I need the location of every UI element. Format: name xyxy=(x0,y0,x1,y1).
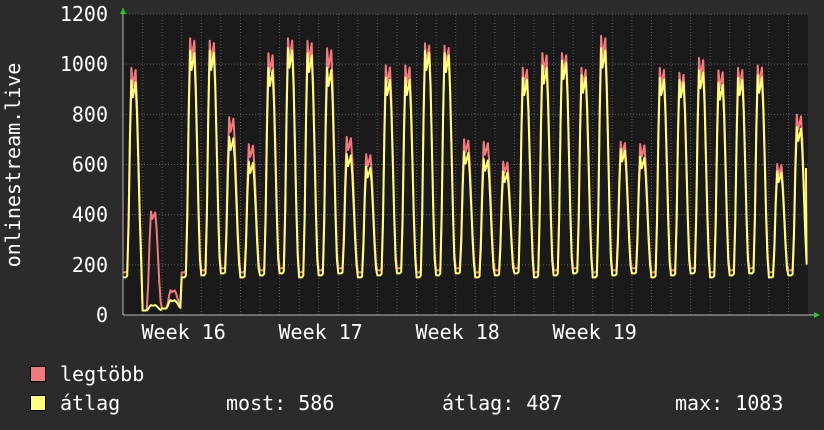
x-tick-label: Week 17 xyxy=(279,320,363,344)
y-tick-label: 600 xyxy=(72,153,108,177)
x-tick-label: Week 19 xyxy=(553,320,637,344)
stat-max: max: 1083 xyxy=(675,391,784,415)
chart-container: 0 200 400 600 800 1000 1200 onlinestream.live We… xyxy=(0,0,824,430)
x-axis-arrow xyxy=(814,312,820,318)
legend-max-label: legtöbb xyxy=(60,362,145,386)
x-tick-label: Week 16 xyxy=(142,320,226,344)
legend-avg-label: átlag xyxy=(60,391,121,415)
y-axis-arrow xyxy=(120,8,126,14)
avg-swatch xyxy=(30,395,46,411)
y-axis-label: onlinestream.live xyxy=(1,63,25,268)
y-tick-label: 400 xyxy=(72,203,108,227)
y-tick-label: 0 xyxy=(96,303,108,327)
stat-avg: átlag: 487 xyxy=(442,391,563,415)
y-tick-label: 200 xyxy=(72,253,108,277)
legend-item-avg: átlag xyxy=(30,391,120,415)
y-tick-label: 1000 xyxy=(60,52,108,76)
x-tick-label: Week 18 xyxy=(416,320,500,344)
stat-now: most: 586 xyxy=(226,391,335,415)
legend-item-max: legtöbb xyxy=(30,362,144,386)
max-swatch xyxy=(30,366,46,382)
y-tick-label: 1200 xyxy=(60,2,108,26)
traffic-chart: 0 200 400 600 800 1000 1200 onlinestream.live We… xyxy=(1,2,820,344)
y-tick-label: 800 xyxy=(72,102,108,126)
